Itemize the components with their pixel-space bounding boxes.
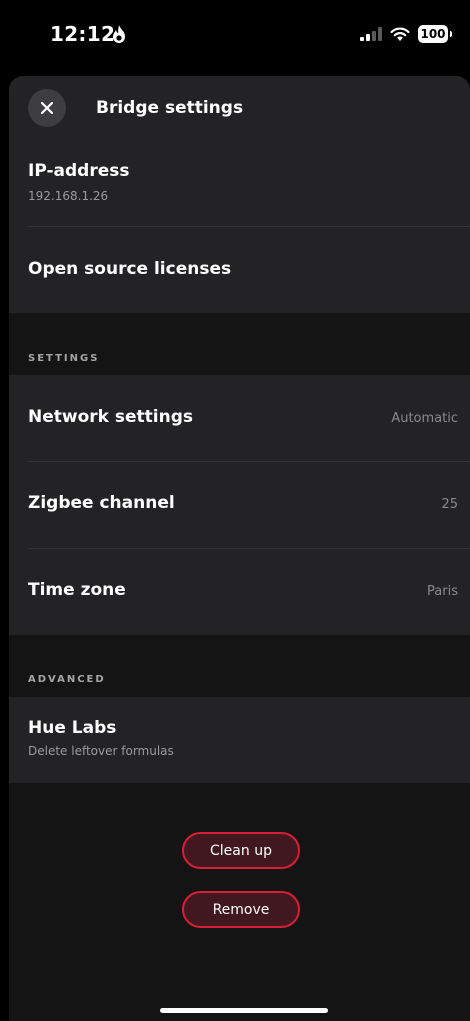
close-button[interactable] [28,89,66,127]
time-zone-value: Paris [427,584,458,599]
zigbee-channel-value: 25 [441,497,458,512]
network-settings-label: Network settings [28,407,193,427]
ip-address-label: IP-address [28,161,130,181]
clean-up-button[interactable]: Clean up [182,832,300,869]
flame-icon [113,25,125,43]
network-settings-row[interactable]: Network settings Automatic [9,375,470,461]
page-title: Bridge settings [96,98,244,118]
sheet-header: Bridge settings [9,76,470,144]
battery-level: 100 [420,27,446,41]
open-source-licenses-label: Open source licenses [28,259,232,279]
zigbee-channel-row[interactable]: Zigbee channel 25 [9,462,470,548]
hue-labs-description: Delete leftover formulas [28,744,174,758]
hue-labs-row: Hue Labs Delete leftover formulas [9,697,470,783]
advanced-section-header: ADVANCED [28,674,106,685]
open-source-licenses-row[interactable]: Open source licenses [9,227,470,313]
status-bar: 12:12 100 [0,0,470,70]
remove-button[interactable]: Remove [182,891,300,928]
ip-address-row: IP-address 192.168.1.26 [9,144,470,226]
cellular-signal-icon [360,27,382,41]
hue-labs-label: Hue Labs [28,718,117,738]
home-indicator [160,1008,328,1013]
advanced-card: Hue Labs Delete leftover formulas [9,697,470,783]
status-icons: 100 [360,24,452,44]
close-icon [40,101,54,115]
time-zone-row[interactable]: Time zone Paris [9,549,470,635]
info-card: IP-address 192.168.1.26 Open source lice… [9,144,470,313]
zigbee-channel-label: Zigbee channel [28,493,175,513]
battery-icon: 100 [418,25,452,43]
settings-card: Network settings Automatic Zigbee channe… [9,375,470,635]
time-zone-label: Time zone [28,580,126,600]
wifi-icon [390,27,410,41]
bridge-settings-sheet: Bridge settings IP-address 192.168.1.26 … [9,76,470,1021]
ip-address-value: 192.168.1.26 [28,189,109,203]
network-settings-value: Automatic [391,411,458,426]
settings-section-header: SETTINGS [28,353,100,364]
status-time: 12:12 [50,22,116,46]
